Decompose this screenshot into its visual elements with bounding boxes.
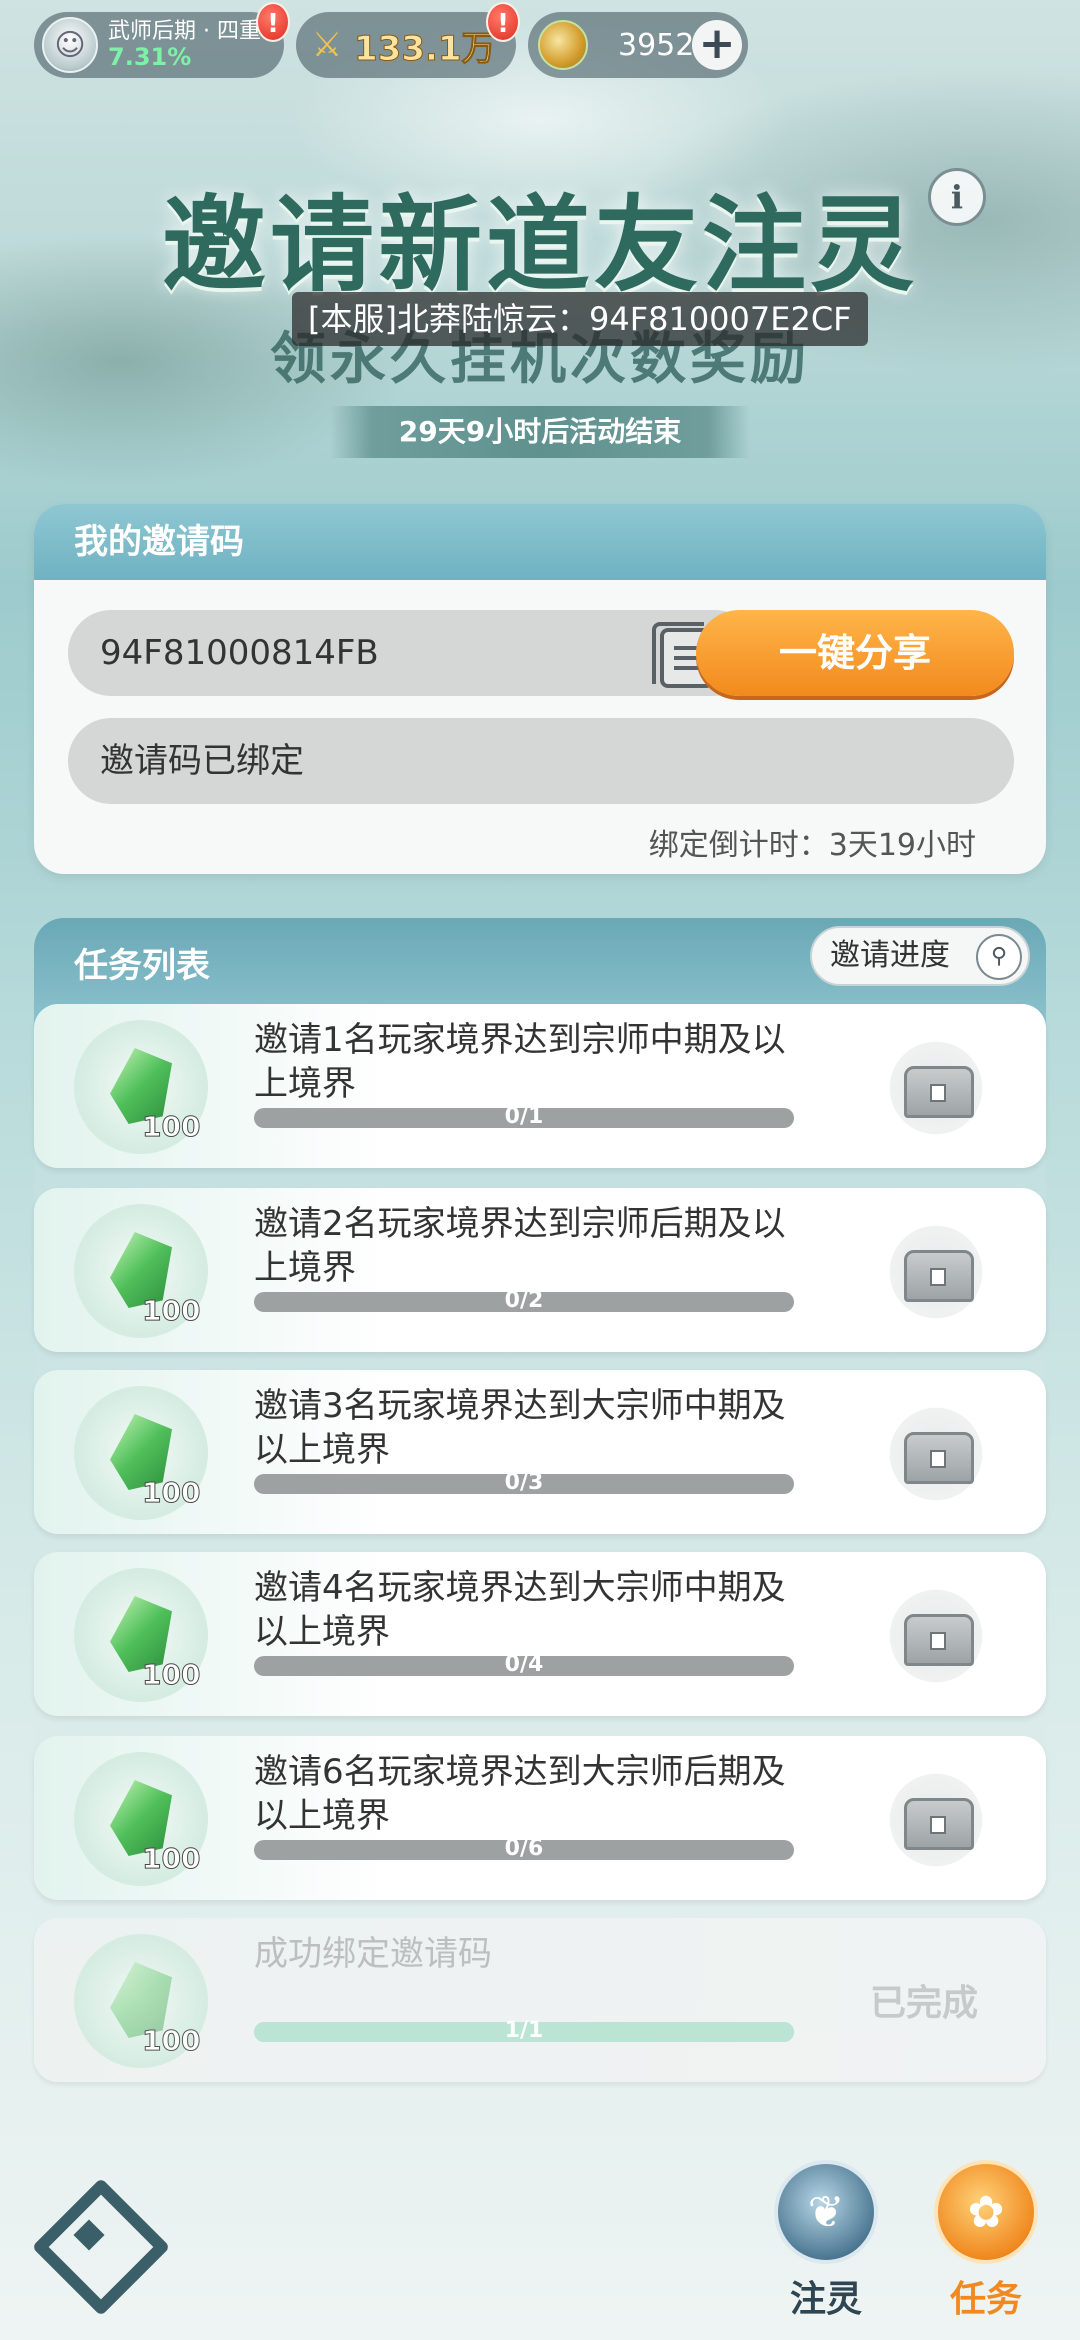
task-progress-bar: 0/1 xyxy=(254,1104,794,1129)
task-row: 100 邀请1名玩家境界达到宗师中期及以上境界 0/1 xyxy=(34,1004,1046,1168)
chest-icon[interactable] xyxy=(886,1770,986,1870)
reward-amount: 100 xyxy=(141,1842,201,1876)
page-title: 邀请新道友注灵 xyxy=(161,183,918,306)
task-row: 100 邀请3名玩家境界达到大宗师中期及以上境界 0/3 xyxy=(34,1370,1046,1534)
share-button[interactable]: 一键分享 xyxy=(696,610,1014,696)
avatar[interactable]: ☺ xyxy=(42,17,98,73)
task-progress-text: 1/1 xyxy=(504,2018,544,2043)
invite-progress-button[interactable]: 邀请进度 ⚲ xyxy=(810,926,1030,986)
rank-title: 武师后期 · 四重 xyxy=(108,18,261,44)
sword-icon: ⚔ xyxy=(311,25,343,65)
reward-amount: 100 xyxy=(141,1294,201,1328)
task-progress-text: 0/2 xyxy=(504,1288,544,1313)
bound-status-text: 邀请码已绑定 xyxy=(100,741,304,781)
task-progress-text: 0/6 xyxy=(504,1836,544,1861)
task-row: 100 邀请6名玩家境界达到大宗师后期及以上境界 0/6 xyxy=(34,1736,1046,1900)
reward-badge[interactable]: 100 xyxy=(74,1568,208,1702)
task-progress-text: 0/4 xyxy=(504,1652,544,1677)
task-row: 100 邀请2名玩家境界达到宗师后期及以上境界 0/2 xyxy=(34,1188,1046,1352)
nav-tasks-label: 任务 xyxy=(949,2279,1022,2320)
invite-code-text: 94F81000814FB xyxy=(100,633,379,673)
reward-amount: 100 xyxy=(141,1110,201,1144)
task-progress-bar: 0/2 xyxy=(254,1288,794,1313)
reward-badge[interactable]: 100 xyxy=(74,1204,208,1338)
invite-progress-label: 邀请进度 xyxy=(830,938,950,973)
game-logo-icon[interactable] xyxy=(38,2188,148,2288)
rank-alert-icon: ! xyxy=(256,2,290,42)
task-list-panel: 任务列表 邀请进度 ⚲ 100 邀请1名玩家境界达到宗师中期及以上境界 0/1 … xyxy=(34,918,1046,2086)
task-row: 100 邀请4名玩家境界达到大宗师中期及以上境界 0/4 xyxy=(34,1552,1046,1716)
invite-code-card: 我的邀请码 94F81000814FB 一键分享 邀请码已绑定 绑定倒计时：3天… xyxy=(34,504,1046,874)
reward-amount: 100 xyxy=(141,1476,201,1510)
coin-pill: 3952 + xyxy=(528,12,748,78)
task-description: 邀请6名玩家境界达到大宗师后期及以上境界 xyxy=(254,1752,786,1836)
task-progress-bar: 1/1 xyxy=(254,2018,794,2043)
chest-icon[interactable] xyxy=(886,1038,986,1138)
status-bar: ☺ 武师后期 · 四重 7.31% ! ⚔ 133.1万 ! 3952 + xyxy=(34,2,748,78)
reward-badge[interactable]: 100 xyxy=(74,1752,208,1886)
power-pill[interactable]: ⚔ 133.1万 ! xyxy=(296,2,520,78)
nav-zhuling-label: 注灵 xyxy=(789,2279,862,2320)
task-description: 邀请4名玩家境界达到大宗师中期及以上境界 xyxy=(254,1568,786,1652)
power-value: 133.1万 xyxy=(354,28,497,69)
coin-icon xyxy=(538,20,588,70)
task-progress-bar: 0/3 xyxy=(254,1470,794,1495)
reward-badge[interactable]: 100 xyxy=(74,1386,208,1520)
info-button[interactable]: i xyxy=(928,168,986,226)
task-progress-text: 0/3 xyxy=(504,1470,544,1495)
invite-card-header: 我的邀请码 xyxy=(34,504,1046,580)
event-countdown: 29天9小时后活动结束 xyxy=(330,406,750,458)
task-description: 邀请3名玩家境界达到大宗师中期及以上境界 xyxy=(254,1386,786,1470)
rank-percent: 7.31% xyxy=(108,42,192,71)
user-plus-icon: ⚲ xyxy=(976,934,1022,980)
completed-label: 已完成 xyxy=(869,1983,978,2024)
nav-tasks[interactable]: ✿ 任务 xyxy=(926,2160,1046,2330)
reward-amount: 100 xyxy=(141,1658,201,1692)
task-row: 100 成功绑定邀请码 1/1 已完成 xyxy=(34,1918,1046,2082)
chat-toast: [本服]北莽陆惊云：94F810007E2CF xyxy=(292,292,868,346)
reward-badge[interactable]: 100 xyxy=(74,1020,208,1154)
task-progress-bar: 0/4 xyxy=(254,1652,794,1677)
leaf-icon: ❦ xyxy=(774,2160,878,2264)
power-alert-icon: ! xyxy=(486,2,520,42)
add-coin-button[interactable]: + xyxy=(692,20,742,70)
task-description: 邀请1名玩家境界达到宗师中期及以上境界 xyxy=(254,1020,786,1104)
reward-badge: 100 xyxy=(74,1934,208,2068)
chest-icon[interactable] xyxy=(886,1586,986,1686)
task-description: 邀请2名玩家境界达到宗师后期及以上境界 xyxy=(254,1204,786,1288)
bee-icon: ✿ xyxy=(934,2160,1038,2264)
reward-amount: 100 xyxy=(141,2024,201,2058)
task-list-title: 任务列表 xyxy=(74,946,210,986)
coin-value: 3952 xyxy=(618,27,695,63)
nav-zhuling[interactable]: ❦ 注灵 xyxy=(766,2160,886,2330)
rank-pill[interactable]: ☺ 武师后期 · 四重 7.31% ! xyxy=(34,2,290,78)
bound-status-field: 邀请码已绑定 xyxy=(68,718,1014,804)
chest-icon[interactable] xyxy=(886,1404,986,1504)
chest-icon[interactable] xyxy=(886,1222,986,1322)
bind-countdown: 绑定倒计时：3天19小时 xyxy=(648,828,976,863)
task-description: 成功绑定邀请码 xyxy=(254,1934,492,1974)
task-progress-text: 0/1 xyxy=(504,1104,544,1129)
task-progress-bar: 0/6 xyxy=(254,1836,794,1861)
